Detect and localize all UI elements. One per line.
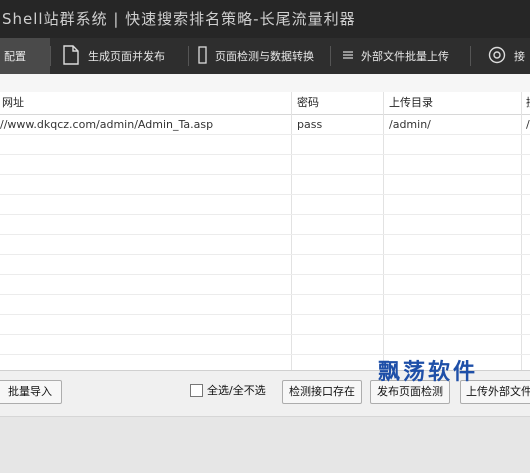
cell-password: pass: [297, 118, 323, 131]
panel-spacer: [0, 74, 530, 92]
select-all-checkbox[interactable]: [190, 384, 203, 397]
column-header-url[interactable]: 网址: [2, 92, 24, 114]
column-header-password[interactable]: 密码: [297, 92, 319, 114]
tab-config-label: 配置: [4, 50, 26, 63]
check-interface-button[interactable]: 检测接口存在: [282, 380, 362, 404]
select-all-label[interactable]: 全选/全不选: [207, 382, 266, 398]
tab-external-upload[interactable]: 外部文件批量上传: [343, 38, 449, 74]
nav-divider: [470, 46, 471, 66]
title-bar: Shell站群系统 | 快速搜索排名策略-长尾流量利器: [0, 0, 530, 38]
bottom-area: [0, 416, 530, 473]
document-icon: [62, 44, 80, 68]
interface-icon: [488, 46, 506, 67]
tab-interface-label: 接: [514, 50, 525, 63]
table-row[interactable]: //www.dkqcz.com/admin/Admin_Ta.asp pass …: [0, 115, 530, 135]
table-header: 网址 密码 上传目录 接: [0, 92, 530, 115]
tab-generate-publish-label: 生成页面并发布: [88, 50, 165, 63]
table-row: [0, 195, 530, 215]
table-row: [0, 335, 530, 355]
column-header-upload-dir[interactable]: 上传目录: [389, 92, 433, 114]
column-header-interface[interactable]: 接: [526, 92, 530, 114]
tab-interface[interactable]: 接: [488, 38, 525, 74]
page-icon: [198, 45, 207, 67]
table-row: [0, 175, 530, 195]
tab-page-check-label: 页面检测与数据转换: [215, 50, 314, 63]
nav-divider: [330, 46, 331, 66]
table-row: [0, 295, 530, 315]
batch-import-button[interactable]: 批量导入: [0, 380, 62, 404]
tab-page-check[interactable]: 页面检测与数据转换: [198, 38, 314, 74]
window-title: Shell站群系统 | 快速搜索排名策略-长尾流量利器: [2, 10, 356, 28]
nav-toolbar: 配置 生成页面并发布 页面检测与数据转换 外部文件批量上传 接: [0, 38, 530, 74]
cell-interface: /: [526, 118, 530, 131]
cell-url: //www.dkqcz.com/admin/Admin_Ta.asp: [0, 118, 214, 131]
table-row: [0, 235, 530, 255]
watermark-logo: 飘荡软件: [378, 359, 479, 385]
table-row: [0, 275, 530, 295]
tab-external-upload-label: 外部文件批量上传: [361, 50, 449, 63]
table-row: [0, 315, 530, 335]
list-icon: [343, 50, 353, 63]
table-row: [0, 135, 530, 155]
tab-config[interactable]: 配置: [0, 38, 50, 74]
nav-divider: [50, 46, 51, 66]
table-row: [0, 155, 530, 175]
nav-divider: [188, 46, 189, 66]
table-row: [0, 255, 530, 275]
table-row: [0, 215, 530, 235]
cell-upload-dir: /admin/: [389, 118, 431, 131]
tab-generate-publish[interactable]: 生成页面并发布: [62, 38, 165, 74]
